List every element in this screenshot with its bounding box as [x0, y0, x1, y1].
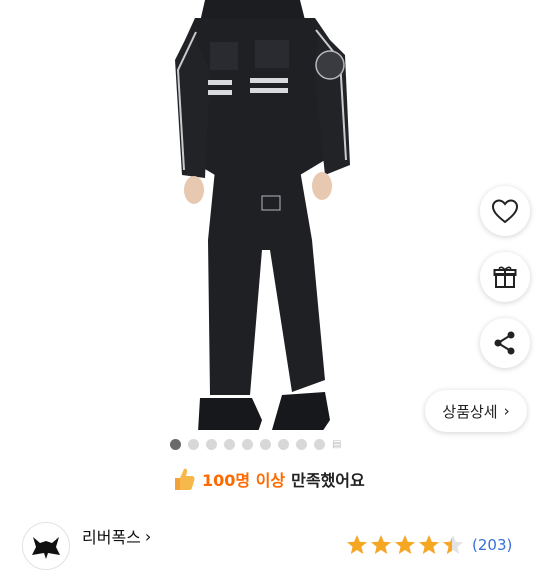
like-button[interactable] — [480, 186, 530, 236]
product-detail-label: 상품상세 — [442, 402, 498, 421]
carousel-dot[interactable] — [296, 438, 307, 450]
gift-button[interactable] — [480, 252, 530, 302]
star-rating-icon — [347, 535, 463, 554]
gift-icon — [493, 266, 517, 288]
store-name-label: 리버폭스 — [82, 528, 141, 547]
satisfaction-count: 100명 이상 — [202, 471, 286, 490]
carousel-indicator: ▤ — [170, 436, 341, 452]
carousel-dot[interactable] — [278, 438, 289, 450]
heart-icon — [491, 199, 519, 224]
store-link[interactable]: 리버폭스 › — [82, 524, 151, 548]
share-button[interactable] — [480, 318, 530, 368]
carousel-dot[interactable] — [188, 438, 199, 450]
carousel-dot[interactable] — [260, 438, 271, 450]
carousel-dot[interactable] — [242, 438, 253, 450]
satisfaction-banner: 100명 이상 만족했어요 — [172, 464, 365, 494]
satisfaction-text: 만족했어요 — [291, 471, 365, 490]
review-count[interactable]: (203) — [472, 536, 512, 554]
carousel-dot[interactable] — [314, 438, 325, 450]
carousel-more-icon: ▤ — [332, 438, 342, 450]
carousel-dot[interactable] — [224, 438, 235, 450]
chevron-right-icon: › — [503, 402, 510, 420]
product-detail-button[interactable]: 상품상세 › — [425, 390, 527, 432]
share-icon — [494, 331, 515, 355]
chevron-right-icon: › — [144, 526, 152, 546]
rating[interactable]: (203) — [346, 534, 512, 556]
carousel-dot[interactable] — [170, 438, 181, 450]
carousel-dot[interactable] — [206, 438, 217, 450]
coverall-illustration — [175, 0, 350, 432]
store-logo[interactable] — [22, 522, 70, 570]
thumbs-up-icon — [175, 468, 195, 490]
product-image[interactable] — [0, 0, 552, 432]
fox-icon — [32, 537, 60, 559]
